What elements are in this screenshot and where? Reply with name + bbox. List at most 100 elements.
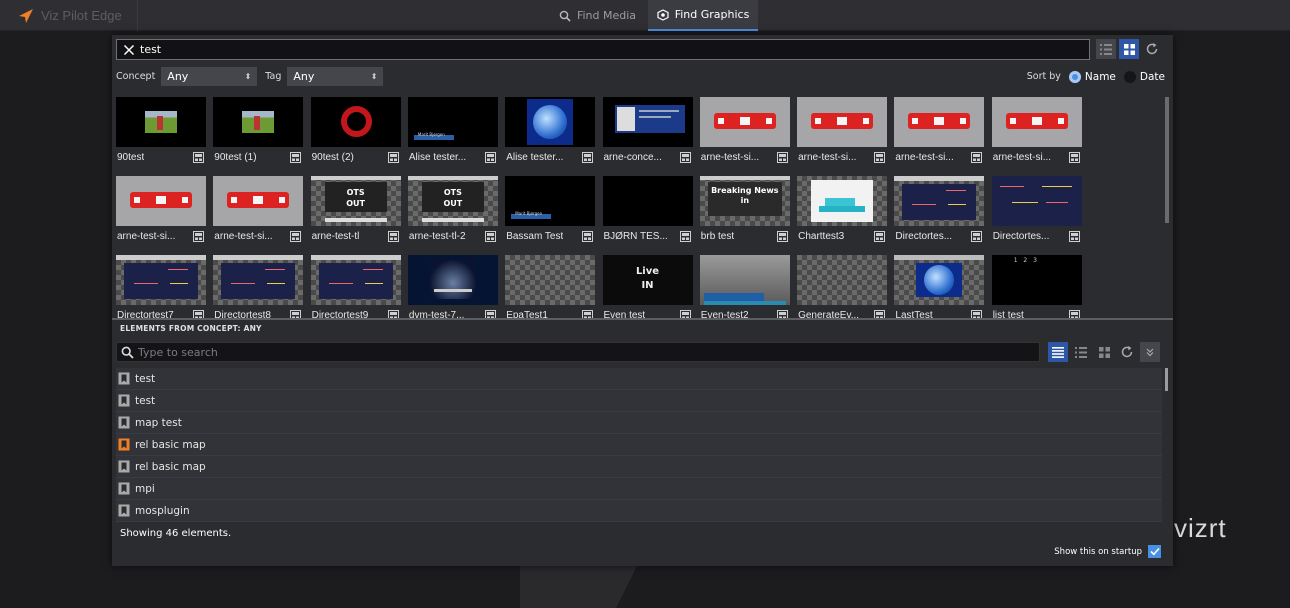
graphic-thumbnail[interactable]: LastTest <box>894 255 985 318</box>
grid-scrollbar[interactable] <box>1165 97 1169 223</box>
thumbnail-label: Alise tester... <box>408 147 498 167</box>
template-icon[interactable] <box>1068 151 1080 163</box>
template-icon[interactable] <box>193 151 204 163</box>
thumbnail-name: 90test (2) <box>311 151 354 163</box>
template-icon[interactable] <box>679 151 691 163</box>
list-item[interactable]: rel basic map <box>116 434 1162 456</box>
graphic-thumbnail[interactable]: Directortes... <box>991 176 1082 246</box>
graphic-thumbnail[interactable]: arne-test-si... <box>991 97 1082 167</box>
panel-splitter[interactable] <box>112 318 1173 320</box>
graphic-thumbnail[interactable]: Directortest9 <box>310 255 401 319</box>
template-icon[interactable] <box>290 230 302 242</box>
template-icon[interactable] <box>1068 309 1080 318</box>
template-icon[interactable] <box>874 151 886 163</box>
show-on-startup-checkbox[interactable] <box>1148 545 1161 558</box>
detail-list-view-button[interactable] <box>1048 342 1068 362</box>
graphic-thumbnail[interactable]: Directortes... <box>894 176 985 246</box>
graphic-thumbnail[interactable]: arne-test-si... <box>797 97 888 167</box>
refresh-button[interactable] <box>1117 342 1137 362</box>
template-icon[interactable] <box>1068 230 1080 242</box>
graphic-thumbnail[interactable]: Charttest3 <box>797 176 888 246</box>
graphic-thumbnail[interactable]: arne-test-si... <box>116 176 206 246</box>
template-icon[interactable] <box>484 309 496 318</box>
graphic-thumbnail[interactable]: 90test (1) <box>213 97 304 167</box>
graphic-thumbnail[interactable]: OTS OUT arne-test-tl-2 <box>407 176 498 246</box>
thumbnail-label: dvm-test-7... <box>408 305 498 318</box>
graphic-thumbnail[interactable]: Breaking News in brb test <box>699 176 790 246</box>
template-icon[interactable] <box>971 309 983 318</box>
template-icon[interactable] <box>971 230 983 242</box>
list-item[interactable]: test <box>116 390 1162 412</box>
template-icon[interactable] <box>290 309 302 318</box>
graphic-thumbnail[interactable]: arne-test-si... <box>699 97 790 167</box>
template-icon[interactable] <box>290 151 302 163</box>
list-item[interactable]: test <box>116 368 1162 390</box>
graphic-thumbnail[interactable]: GenerateEv... <box>797 255 888 318</box>
collapse-button[interactable] <box>1140 342 1160 362</box>
graphic-thumbnail[interactable]: OTS OUT arne-test-tl <box>310 176 401 246</box>
template-icon[interactable] <box>679 230 691 242</box>
graphic-thumbnail[interactable]: arne-conce... <box>602 97 693 167</box>
graphic-thumbnail[interactable]: Even-test2 <box>699 255 790 318</box>
list-item[interactable]: mosplugin <box>116 500 1162 522</box>
tab-find-media[interactable]: Find Media <box>550 0 645 31</box>
template-icon[interactable] <box>193 309 204 318</box>
search-value[interactable]: test <box>140 43 161 56</box>
graphic-thumbnail[interactable]: Directortest7 <box>116 255 206 318</box>
graphic-thumbnail[interactable]: BJØRN TES... <box>602 176 693 246</box>
template-icon[interactable] <box>582 230 594 242</box>
template-icon[interactable] <box>387 309 399 318</box>
template-icon[interactable] <box>776 151 788 163</box>
elements-search-field[interactable] <box>116 342 1040 362</box>
grid-view-button[interactable] <box>1119 39 1139 59</box>
template-icon[interactable] <box>971 151 983 163</box>
graphic-thumbnail[interactable]: Alise tester... <box>505 97 596 167</box>
graphic-thumbnail[interactable]: 90test (2) <box>310 97 401 167</box>
graphic-thumbnail[interactable]: Directortest8 <box>213 255 304 318</box>
thumbnail-label: Even test <box>603 305 693 318</box>
vizrt-watermark: vizrt <box>1174 513 1227 543</box>
graphic-thumbnail[interactable]: arne-test-si... <box>894 97 985 167</box>
list-item[interactable]: rel basic map <box>116 456 1162 478</box>
graphic-thumbnail[interactable]: Marit Bjørgen Alise tester... <box>407 97 498 167</box>
template-icon[interactable] <box>874 309 886 318</box>
list-view-button[interactable] <box>1071 342 1091 362</box>
list-item[interactable]: map test <box>116 412 1162 434</box>
list-scrollbar[interactable] <box>1165 368 1168 391</box>
graphic-thumbnail[interactable]: dvm-test-7... <box>407 255 498 318</box>
elements-search-input[interactable] <box>138 345 1018 359</box>
clear-search-icon[interactable] <box>123 44 135 56</box>
graphic-thumbnail[interactable]: Marit Bjørgen Bassam Test <box>505 176 596 246</box>
thumbnail-name: arne-test-si... <box>214 230 273 242</box>
template-icon[interactable] <box>387 151 399 163</box>
tag-select[interactable]: Any ⬍ <box>287 67 384 86</box>
thumbnail-name: Directortest9 <box>311 309 369 319</box>
template-icon[interactable] <box>679 309 691 318</box>
template-icon[interactable] <box>776 230 788 242</box>
template-icon[interactable] <box>484 230 496 242</box>
graphic-thumbnail[interactable]: arne-test-si... <box>213 176 304 246</box>
graphics-search-field[interactable]: test <box>116 39 1090 60</box>
template-icon[interactable] <box>484 151 496 163</box>
graphic-thumbnail[interactable]: 90test <box>116 97 206 167</box>
graphic-thumbnail[interactable]: Live IN Even test <box>602 255 693 318</box>
template-icon[interactable] <box>387 230 399 242</box>
graphic-thumbnail[interactable]: 1 2 3 list test <box>991 255 1082 318</box>
concept-select[interactable]: Any ⬍ <box>161 67 258 86</box>
tab-find-graphics[interactable]: Find Graphics <box>648 0 758 31</box>
sort-name-radio[interactable] <box>1068 70 1081 83</box>
template-icon[interactable] <box>874 230 886 242</box>
app-brand[interactable]: Viz Pilot Edge <box>0 0 138 31</box>
template-icon[interactable] <box>776 309 788 318</box>
template-icon[interactable] <box>193 230 204 242</box>
template-icon[interactable] <box>582 151 594 163</box>
grid-view-button[interactable] <box>1094 342 1114 362</box>
list-view-button[interactable] <box>1096 39 1116 59</box>
refresh-button[interactable] <box>1142 39 1162 59</box>
template-icon[interactable] <box>582 309 594 318</box>
thumbnail-image: Breaking News in <box>699 176 790 226</box>
list-item-label: map test <box>135 416 182 429</box>
list-item[interactable]: mpi <box>116 478 1162 500</box>
graphic-thumbnail[interactable]: EpaTest1 <box>505 255 596 318</box>
sort-date-radio[interactable] <box>1123 70 1136 83</box>
